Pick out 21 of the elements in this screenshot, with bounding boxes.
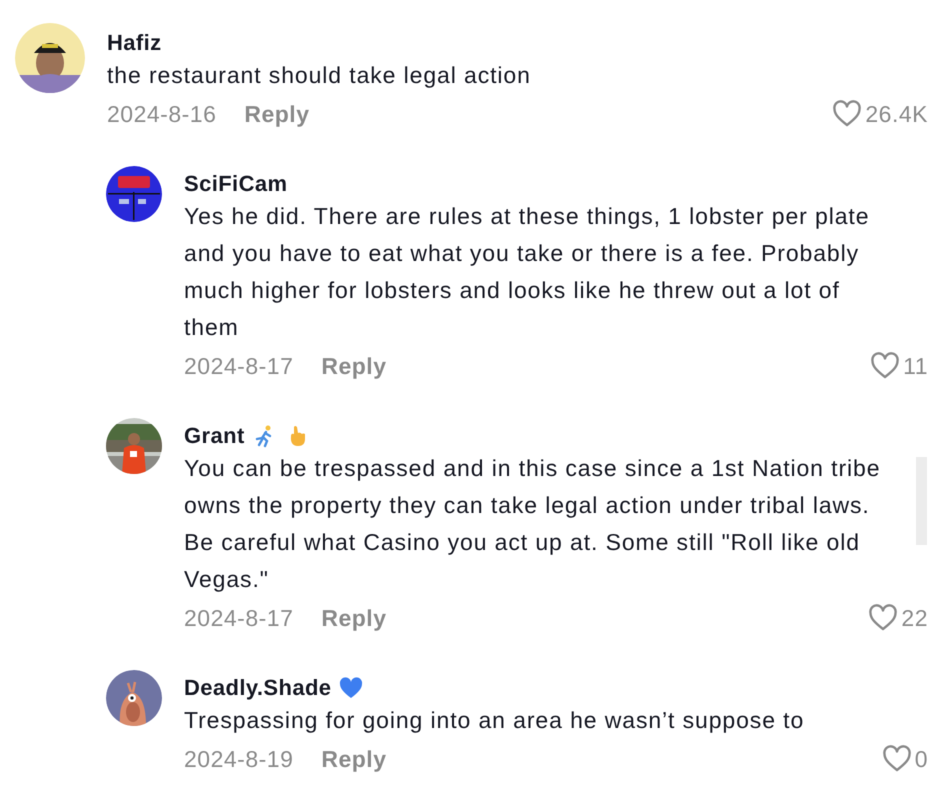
comment-date: 2024-8-17 — [184, 604, 294, 632]
comment-date: 2024-8-19 — [184, 746, 294, 772]
comment-text: Yes he did. There are rules at these things, 1 lobster per plate and you have to eat what you take or there is a fee. Probably much higher for lobsters and looks like he threw out a lot of them — [184, 202, 870, 342]
comment-text: Trespassing for going into an area he wasn’t suppose to — [184, 706, 806, 735]
like-icon[interactable] — [868, 604, 898, 632]
comment-date: 2024-8-17 — [184, 352, 294, 380]
like-count: 11 — [903, 352, 928, 380]
comment-text: the restaurant should take legal action — [107, 61, 532, 90]
heart-emoji-icon — [339, 677, 364, 699]
like-count: 0 — [914, 746, 928, 772]
like-count: 22 — [901, 604, 928, 632]
username[interactable]: Grant — [184, 423, 245, 449]
like-icon[interactable] — [882, 745, 912, 773]
username[interactable]: Hafiz — [107, 30, 162, 56]
comment-date: 2024-8-16 — [107, 100, 216, 128]
like-icon[interactable] — [870, 352, 900, 380]
like-count: 26.4K — [865, 100, 928, 128]
comment-text: You can be trespassed and in this case since a 1st Nation tribe owns the property they can take legal action under tribal laws. Be careful what Casino you act up at. Some still "Roll like old Vegas." — [184, 454, 882, 594]
username[interactable]: Deadly.Shade — [184, 675, 332, 701]
username[interactable]: SciFiCam — [184, 171, 288, 197]
like-icon[interactable] — [832, 100, 862, 128]
